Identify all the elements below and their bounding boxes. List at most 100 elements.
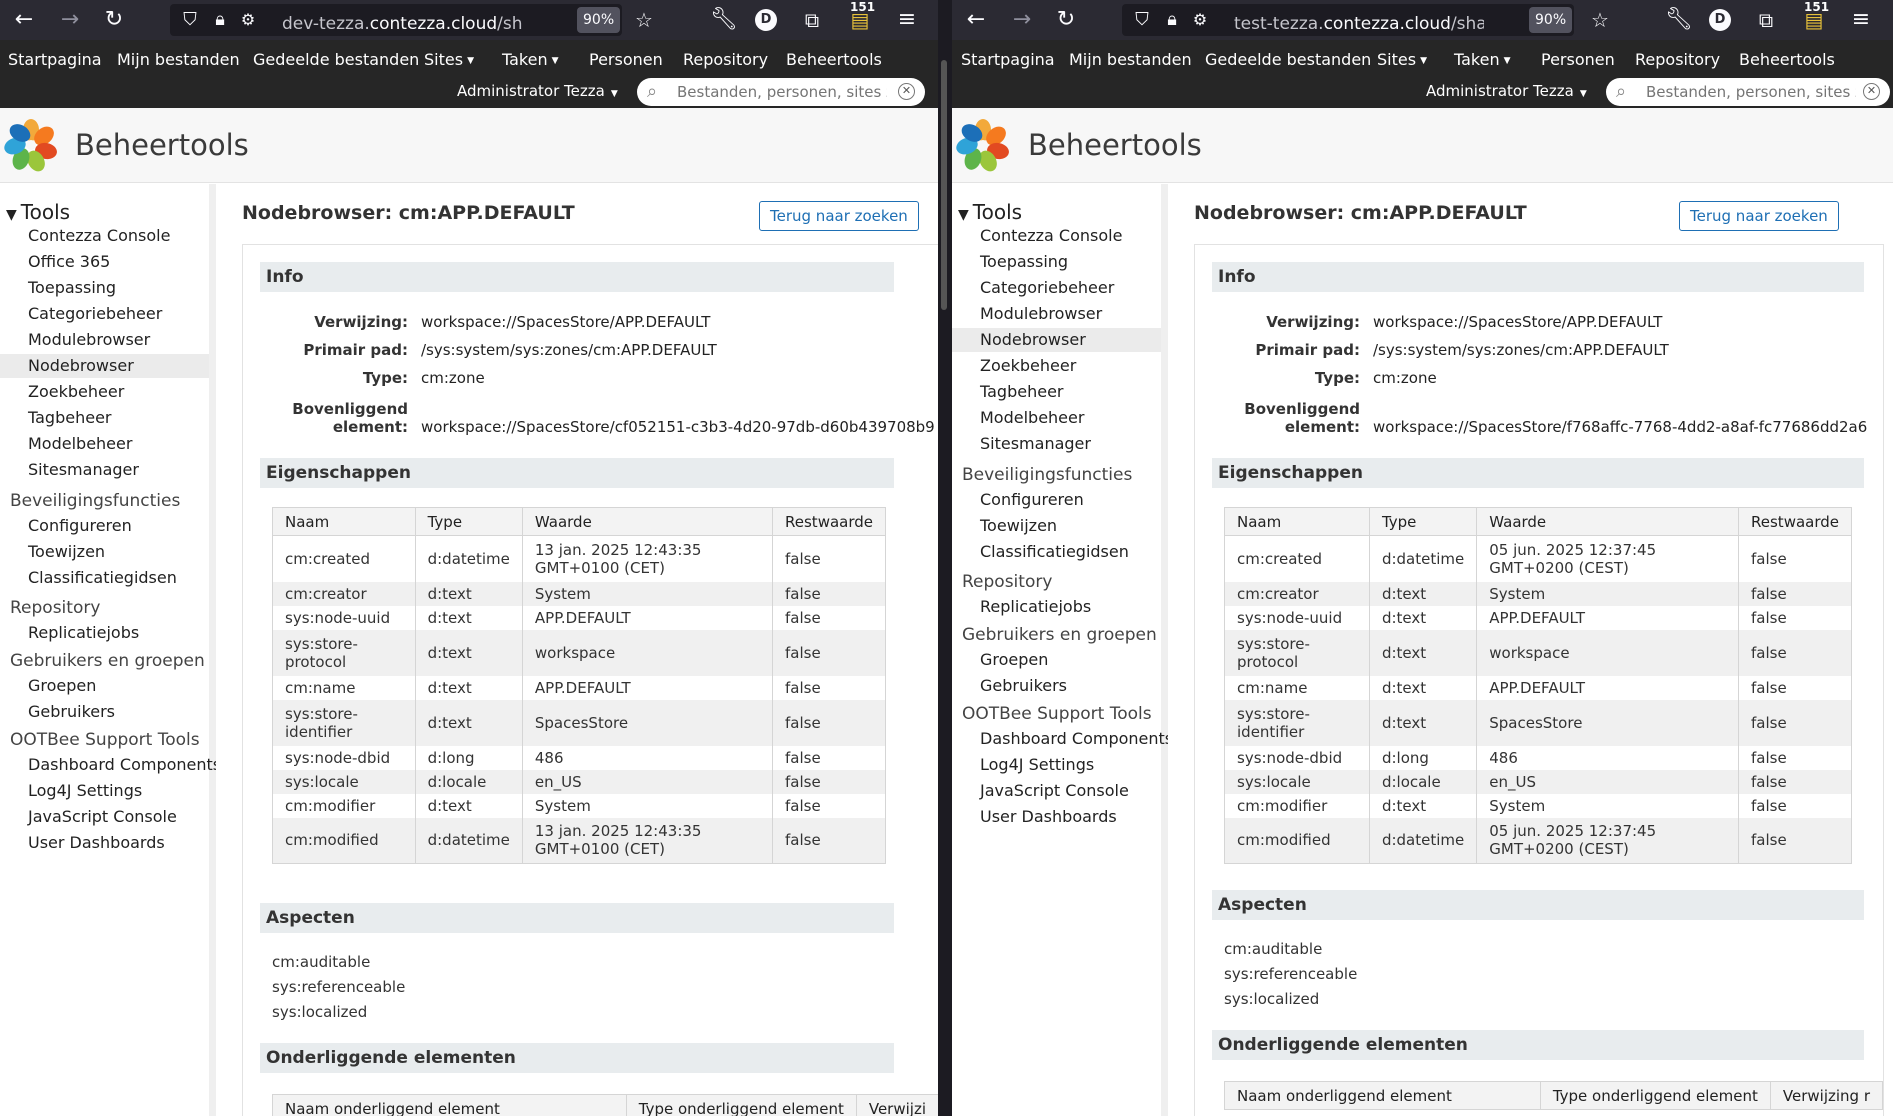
nav-mijn-bestanden[interactable]: Mijn bestanden [1069, 50, 1192, 69]
sidebar-item-categoriebeheer[interactable]: Categoriebeheer [0, 302, 209, 326]
bookmark-star-icon[interactable]: ☆ [1588, 8, 1612, 32]
sidebar-item-modulebrowser[interactable]: Modulebrowser [952, 302, 1161, 326]
sidebar-group-beveiligingsfuncties[interactable]: Beveiligingsfuncties [10, 491, 180, 511]
permissions-icon[interactable]: ⚙ [236, 8, 260, 32]
sidebar-item-javascript-console[interactable]: JavaScript Console [0, 805, 209, 829]
user-menu[interactable]: Administrator Tezza ▼ [1426, 82, 1587, 100]
sidebar-item-zoekbeheer[interactable]: Zoekbeheer [0, 380, 209, 404]
zoom-indicator[interactable]: 90% [1529, 7, 1573, 33]
bookmark-star-icon[interactable]: ☆ [632, 8, 656, 32]
sidebar-item-modelbeheer[interactable]: Modelbeheer [0, 432, 209, 456]
sidebar-item-toepassing[interactable]: Toepassing [0, 276, 209, 300]
forward-arrow-icon[interactable]: → [58, 8, 82, 32]
back-to-search-button[interactable]: Terug naar zoeken [759, 201, 919, 231]
shield-icon[interactable]: ⛉ [178, 8, 202, 32]
reload-icon[interactable]: ↻ [1054, 8, 1078, 32]
profile-d-icon[interactable]: D [755, 9, 777, 31]
back-to-search-button[interactable]: Terug naar zoeken [1679, 201, 1839, 231]
sidebar-group-beveiligingsfuncties[interactable]: Beveiligingsfuncties [962, 465, 1132, 485]
nav-startpagina[interactable]: Startpagina [8, 50, 102, 69]
sidebar-group-gebruikers-en-groepen[interactable]: Gebruikers en groepen [962, 625, 1157, 645]
sidebar-item-modulebrowser[interactable]: Modulebrowser [0, 328, 209, 352]
sidebar-item-toewijzen[interactable]: Toewijzen [952, 514, 1161, 538]
sidebar-item-gebruikers[interactable]: Gebruikers [952, 674, 1161, 698]
sidebar-item-zoekbeheer[interactable]: Zoekbeheer [952, 354, 1161, 378]
sidebar-item-replicatiejobs[interactable]: Replicatiejobs [0, 621, 209, 645]
sidebar-item-user-dashboards[interactable]: User Dashboards [0, 831, 209, 855]
address-bar[interactable]: ⛉ 🔒︎ ⚙ test-tezza.contezza.cloud/share/p… [1122, 4, 1574, 36]
sidebar-item-configureren[interactable]: Configureren [952, 488, 1161, 512]
nav-gedeelde-bestanden[interactable]: Gedeelde bestanden [1205, 50, 1371, 69]
sidebar-group-gebruikers-en-groepen[interactable]: Gebruikers en groepen [10, 651, 205, 671]
sidebar-item-groepen[interactable]: Groepen [0, 674, 209, 698]
sidebar-item-sitesmanager[interactable]: Sitesmanager [0, 458, 209, 482]
extensions-icon[interactable]: ⧉ [800, 8, 824, 32]
user-menu[interactable]: Administrator Tezza ▼ [457, 82, 618, 100]
clear-search-icon[interactable]: ✕ [1863, 83, 1880, 100]
parent-value[interactable]: workspace://SpacesStore/cf052151-c3b3-4d… [421, 418, 935, 436]
sidebar-item-javascript-console[interactable]: JavaScript Console [952, 779, 1161, 803]
sidebar-item-gebruikers[interactable]: Gebruikers [0, 700, 209, 724]
sidebar-item-log4j-settings[interactable]: Log4J Settings [0, 779, 209, 803]
nav-taken[interactable]: Taken ▼ [502, 50, 559, 69]
sidebar-item-nodebrowser[interactable]: Nodebrowser [952, 328, 1161, 352]
nav-sites[interactable]: Sites ▼ [424, 50, 474, 69]
nav-mijn-bestanden[interactable]: Mijn bestanden [117, 50, 240, 69]
parent-value[interactable]: workspace://SpacesStore/f768affc-7768-4d… [1373, 418, 1867, 436]
sidebar-item-contezza-console[interactable]: Contezza Console [952, 224, 1161, 248]
lock-icon[interactable]: 🔒︎ [208, 8, 232, 32]
sidebar-item-categoriebeheer[interactable]: Categoriebeheer [952, 276, 1161, 300]
sidebar-item-nodebrowser[interactable]: Nodebrowser [0, 354, 209, 378]
sidebar-item-dashboard-components[interactable]: Dashboard Components [952, 727, 1173, 751]
sidebar-item-toepassing[interactable]: Toepassing [952, 250, 1161, 274]
nav-beheertools[interactable]: Beheertools [786, 50, 882, 69]
sidebar-tools-heading[interactable]: ▼ Tools [6, 200, 70, 224]
sidebar-item-user-dashboards[interactable]: User Dashboards [952, 805, 1161, 829]
sidebar-item-groepen[interactable]: Groepen [952, 648, 1161, 672]
sidebar-item-log4j-settings[interactable]: Log4J Settings [952, 753, 1161, 777]
scrollbar-thumb[interactable] [941, 60, 947, 310]
wrench-icon[interactable]: 🔧︎ [1665, 8, 1693, 32]
nav-repository[interactable]: Repository [1635, 50, 1720, 69]
clear-search-icon[interactable]: ✕ [898, 83, 915, 100]
reload-icon[interactable]: ↻ [102, 8, 126, 32]
sidebar-group-ootbee-support-tools[interactable]: OOTBee Support Tools [10, 730, 200, 750]
sidebar-item-dashboard-components[interactable]: Dashboard Components [0, 753, 221, 777]
nav-personen[interactable]: Personen [589, 50, 663, 69]
sidebar-item-office-365[interactable]: Office 365 [0, 250, 209, 274]
sidebar-item-classificatiegidsen[interactable]: Classificatiegidsen [952, 540, 1161, 564]
sidebar-item-toewijzen[interactable]: Toewijzen [0, 540, 209, 564]
nav-taken[interactable]: Taken ▼ [1454, 50, 1511, 69]
search-input[interactable] [677, 82, 887, 102]
profile-d-icon[interactable]: D [1709, 9, 1731, 31]
sidebar-group-repository[interactable]: Repository [10, 598, 100, 618]
sidebar-item-replicatiejobs[interactable]: Replicatiejobs [952, 595, 1161, 619]
zoom-indicator[interactable]: 90% [577, 7, 621, 33]
nav-sites[interactable]: Sites ▼ [1377, 50, 1427, 69]
permissions-icon[interactable]: ⚙ [1188, 8, 1212, 32]
sidebar-group-ootbee-support-tools[interactable]: OOTBee Support Tools [962, 704, 1152, 724]
back-arrow-icon[interactable]: ← [12, 8, 36, 32]
sidebar-item-sitesmanager[interactable]: Sitesmanager [952, 432, 1161, 456]
forward-arrow-icon[interactable]: → [1010, 8, 1034, 32]
address-bar[interactable]: ⛉ 🔒︎ ⚙ dev-tezza.contezza.cloud/share/pa… [170, 4, 622, 36]
shield-icon[interactable]: ⛉ [1130, 8, 1154, 32]
lock-icon[interactable]: 🔒︎ [1160, 8, 1184, 32]
sidebar-tools-heading[interactable]: ▼ Tools [958, 200, 1022, 224]
back-arrow-icon[interactable]: ← [964, 8, 988, 32]
sidebar-item-modelbeheer[interactable]: Modelbeheer [952, 406, 1161, 430]
sidebar-item-tagbeheer[interactable]: Tagbeheer [952, 380, 1161, 404]
sidebar-item-contezza-console[interactable]: Contezza Console [0, 224, 209, 248]
nav-personen[interactable]: Personen [1541, 50, 1615, 69]
search-input[interactable] [1646, 82, 1856, 102]
wrench-icon[interactable]: 🔧︎ [710, 8, 738, 32]
nav-startpagina[interactable]: Startpagina [961, 50, 1055, 69]
sidebar-group-repository[interactable]: Repository [962, 572, 1052, 592]
sidebar-item-tagbeheer[interactable]: Tagbeheer [0, 406, 209, 430]
menu-hamburger-icon[interactable]: ≡ [895, 8, 919, 32]
nav-beheertools[interactable]: Beheertools [1739, 50, 1835, 69]
menu-hamburger-icon[interactable]: ≡ [1849, 8, 1873, 32]
nav-gedeelde-bestanden[interactable]: Gedeelde bestanden [253, 50, 419, 69]
sidebar-item-configureren[interactable]: Configureren [0, 514, 209, 538]
sidebar-item-classificatiegidsen[interactable]: Classificatiegidsen [0, 566, 209, 590]
